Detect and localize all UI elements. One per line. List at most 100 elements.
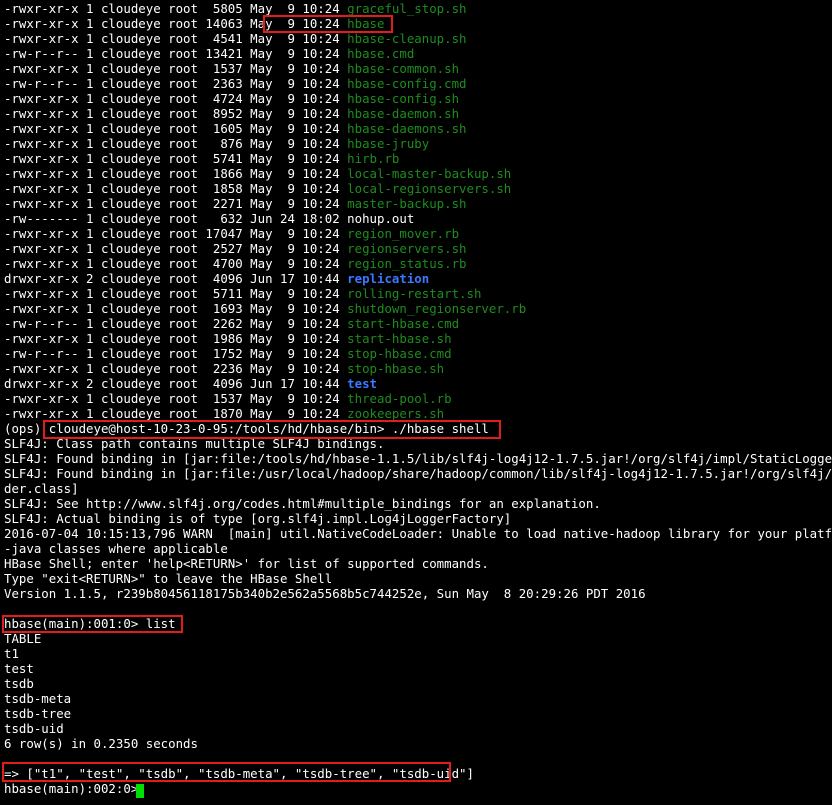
file-meta: drwxr-xr-x 2 cloudeye root 4096 Jun 17 1…	[4, 271, 348, 286]
output-line: test	[4, 661, 34, 676]
output-line: SLF4J: Actual binding is of type [org.sl…	[4, 511, 512, 526]
output-line: Version 1.1.5, r239b80456118175b340b2e56…	[4, 586, 646, 601]
file-meta: -rwxr-xr-x 1 cloudeye root 1537 May 9 10…	[4, 391, 348, 406]
file-meta: -rwxr-xr-x 1 cloudeye root 2236 May 9 10…	[4, 361, 348, 376]
file-meta: -rwxr-xr-x 1 cloudeye root 876 May 9 10:…	[4, 136, 348, 151]
file-name: zookeepers.sh	[347, 406, 445, 421]
output-line: tsdb	[4, 676, 34, 691]
file-name: thread-pool.rb	[347, 391, 452, 406]
listing-row: -rw-r--r-- 1 cloudeye root 1752 May 9 10…	[4, 346, 452, 361]
file-meta: -rwxr-xr-x 1 cloudeye root 1870 May 9 10…	[4, 406, 348, 421]
listing-row: -rwxr-xr-x 1 cloudeye root 8952 May 9 10…	[4, 106, 459, 121]
file-meta: -rwxr-xr-x 1 cloudeye root 1605 May 9 10…	[4, 121, 348, 136]
file-meta: -rwxr-xr-x 1 cloudeye root 1858 May 9 10…	[4, 181, 348, 196]
listing-row: -rwxr-xr-x 1 cloudeye root 4700 May 9 10…	[4, 256, 467, 271]
listing-row: -rwxr-xr-x 1 cloudeye root 14063 May 9 1…	[4, 16, 384, 31]
file-name: hbase-config.cmd	[347, 76, 467, 91]
listing-row: -rwxr-xr-x 1 cloudeye root 2271 May 9 10…	[4, 196, 467, 211]
output-line: Type "exit<RETURN>" to leave the HBase S…	[4, 571, 333, 586]
file-meta: -rwxr-xr-x 1 cloudeye root 17047 May 9 1…	[4, 226, 348, 241]
file-name: nohup.out	[347, 211, 415, 226]
file-name: stop-hbase.sh	[347, 361, 445, 376]
file-name: graceful_stop.sh	[347, 1, 467, 16]
listing-row: -rw------- 1 cloudeye root 632 Jun 24 18…	[4, 211, 414, 226]
file-name: region_mover.rb	[347, 226, 460, 241]
listing-row: -rwxr-xr-x 1 cloudeye root 1537 May 9 10…	[4, 61, 459, 76]
output-line: hbase(main):001:0> list	[4, 616, 176, 631]
output-line: hbase(main):002:0>	[4, 781, 146, 796]
file-meta: drwxr-xr-x 2 cloudeye root 4096 Jun 17 1…	[4, 376, 348, 391]
file-name: hbase-jruby	[347, 136, 430, 151]
file-meta: -rw-r--r-- 1 cloudeye root 2262 May 9 10…	[4, 316, 348, 331]
listing-row: -rwxr-xr-x 1 cloudeye root 876 May 9 10:…	[4, 136, 429, 151]
file-meta: -rwxr-xr-x 1 cloudeye root 1537 May 9 10…	[4, 61, 348, 76]
file-meta: -rwxr-xr-x 1 cloudeye root 1693 May 9 10…	[4, 301, 348, 316]
file-name: hirb.rb	[347, 151, 400, 166]
listing-row: -rwxr-xr-x 1 cloudeye root 1693 May 9 10…	[4, 301, 526, 316]
file-name: region_status.rb	[347, 256, 467, 271]
terminal-cursor	[136, 784, 144, 798]
output-line: SLF4J: See http://www.slf4j.org/codes.ht…	[4, 496, 601, 511]
file-name: hbase	[347, 16, 385, 31]
listing-row: -rwxr-xr-x 1 cloudeye root 4724 May 9 10…	[4, 91, 459, 106]
file-name: hbase-daemon.sh	[347, 106, 460, 121]
listing-row: -rw-r--r-- 1 cloudeye root 13421 May 9 1…	[4, 46, 414, 61]
output-line: tsdb-meta	[4, 691, 72, 706]
file-meta: -rwxr-xr-x 1 cloudeye root 8952 May 9 10…	[4, 106, 348, 121]
file-meta: -rw-r--r-- 1 cloudeye root 1752 May 9 10…	[4, 346, 348, 361]
file-name: hbase-daemons.sh	[347, 121, 467, 136]
file-name: local-regionservers.sh	[347, 181, 512, 196]
file-name: rolling-restart.sh	[347, 286, 482, 301]
output-line: (ops) cloudeye@host-10-23-0-95:/tools/hd…	[4, 421, 489, 436]
listing-row: -rwxr-xr-x 1 cloudeye root 1866 May 9 10…	[4, 166, 511, 181]
output-line: SLF4J: Found binding in [jar:file:/tools…	[4, 451, 832, 466]
directory-name: replication	[347, 271, 430, 286]
file-name: hbase-cleanup.sh	[347, 31, 467, 46]
listing-row: -rwxr-xr-x 1 cloudeye root 2527 May 9 10…	[4, 241, 467, 256]
file-meta: -rw-r--r-- 1 cloudeye root 13421 May 9 1…	[4, 46, 348, 61]
listing-row: -rw-r--r-- 1 cloudeye root 2262 May 9 10…	[4, 316, 459, 331]
file-meta: -rwxr-xr-x 1 cloudeye root 5711 May 9 10…	[4, 286, 348, 301]
output-line: -java classes where applicable	[4, 541, 228, 556]
file-meta: -rwxr-xr-x 1 cloudeye root 14063 May 9 1…	[4, 16, 348, 31]
listing-row: drwxr-xr-x 2 cloudeye root 4096 Jun 17 1…	[4, 376, 377, 391]
file-meta: -rwxr-xr-x 1 cloudeye root 2527 May 9 10…	[4, 241, 348, 256]
output-line: TABLE	[4, 631, 42, 646]
output-line: t1	[4, 646, 19, 661]
file-name: hbase-common.sh	[347, 61, 460, 76]
file-meta: -rwxr-xr-x 1 cloudeye root 1986 May 9 10…	[4, 331, 348, 346]
file-meta: -rw------- 1 cloudeye root 632 Jun 24 18…	[4, 211, 348, 226]
file-meta: -rwxr-xr-x 1 cloudeye root 5741 May 9 10…	[4, 151, 348, 166]
output-line: SLF4J: Found binding in [jar:file:/usr/l…	[4, 466, 832, 481]
file-name: hbase-config.sh	[347, 91, 460, 106]
file-meta: -rw-r--r-- 1 cloudeye root 2363 May 9 10…	[4, 76, 348, 91]
listing-row: -rwxr-xr-x 1 cloudeye root 2236 May 9 10…	[4, 361, 444, 376]
output-line: => ["t1", "test", "tsdb", "tsdb-meta", "…	[4, 766, 474, 781]
listing-row: -rwxr-xr-x 1 cloudeye root 5805 May 9 10…	[4, 1, 467, 16]
directory-name: test	[347, 376, 377, 391]
listing-row: -rwxr-xr-x 1 cloudeye root 1986 May 9 10…	[4, 331, 452, 346]
listing-row: -rwxr-xr-x 1 cloudeye root 1605 May 9 10…	[4, 121, 467, 136]
listing-row: -rwxr-xr-x 1 cloudeye root 5711 May 9 10…	[4, 286, 481, 301]
file-name: stop-hbase.cmd	[347, 346, 452, 361]
listing-row: -rwxr-xr-x 1 cloudeye root 17047 May 9 1…	[4, 226, 459, 241]
listing-row: -rwxr-xr-x 1 cloudeye root 1537 May 9 10…	[4, 391, 452, 406]
file-meta: -rwxr-xr-x 1 cloudeye root 1866 May 9 10…	[4, 166, 348, 181]
file-name: regionservers.sh	[347, 241, 467, 256]
output-line: SLF4J: Class path contains multiple SLF4…	[4, 436, 385, 451]
output-line: tsdb-uid	[4, 721, 64, 736]
listing-row: -rw-r--r-- 1 cloudeye root 2363 May 9 10…	[4, 76, 467, 91]
file-meta: -rwxr-xr-x 1 cloudeye root 4700 May 9 10…	[4, 256, 348, 271]
output-line: 6 row(s) in 0.2350 seconds	[4, 736, 198, 751]
listing-row: -rwxr-xr-x 1 cloudeye root 1870 May 9 10…	[4, 406, 444, 421]
file-name: start-hbase.cmd	[347, 316, 460, 331]
file-meta: -rwxr-xr-x 1 cloudeye root 4724 May 9 10…	[4, 91, 348, 106]
output-line: tsdb-tree	[4, 706, 72, 721]
output-line: 2016-07-04 10:15:13,796 WARN [main] util…	[4, 526, 832, 541]
file-meta: -rwxr-xr-x 1 cloudeye root 5805 May 9 10…	[4, 1, 348, 16]
terminal-window[interactable]: -rwxr-xr-x 1 cloudeye root 5805 May 9 10…	[0, 0, 832, 805]
listing-row: -rwxr-xr-x 1 cloudeye root 1858 May 9 10…	[4, 181, 511, 196]
listing-row: drwxr-xr-x 2 cloudeye root 4096 Jun 17 1…	[4, 271, 429, 286]
file-meta: -rwxr-xr-x 1 cloudeye root 4541 May 9 10…	[4, 31, 348, 46]
file-name: shutdown_regionserver.rb	[347, 301, 527, 316]
